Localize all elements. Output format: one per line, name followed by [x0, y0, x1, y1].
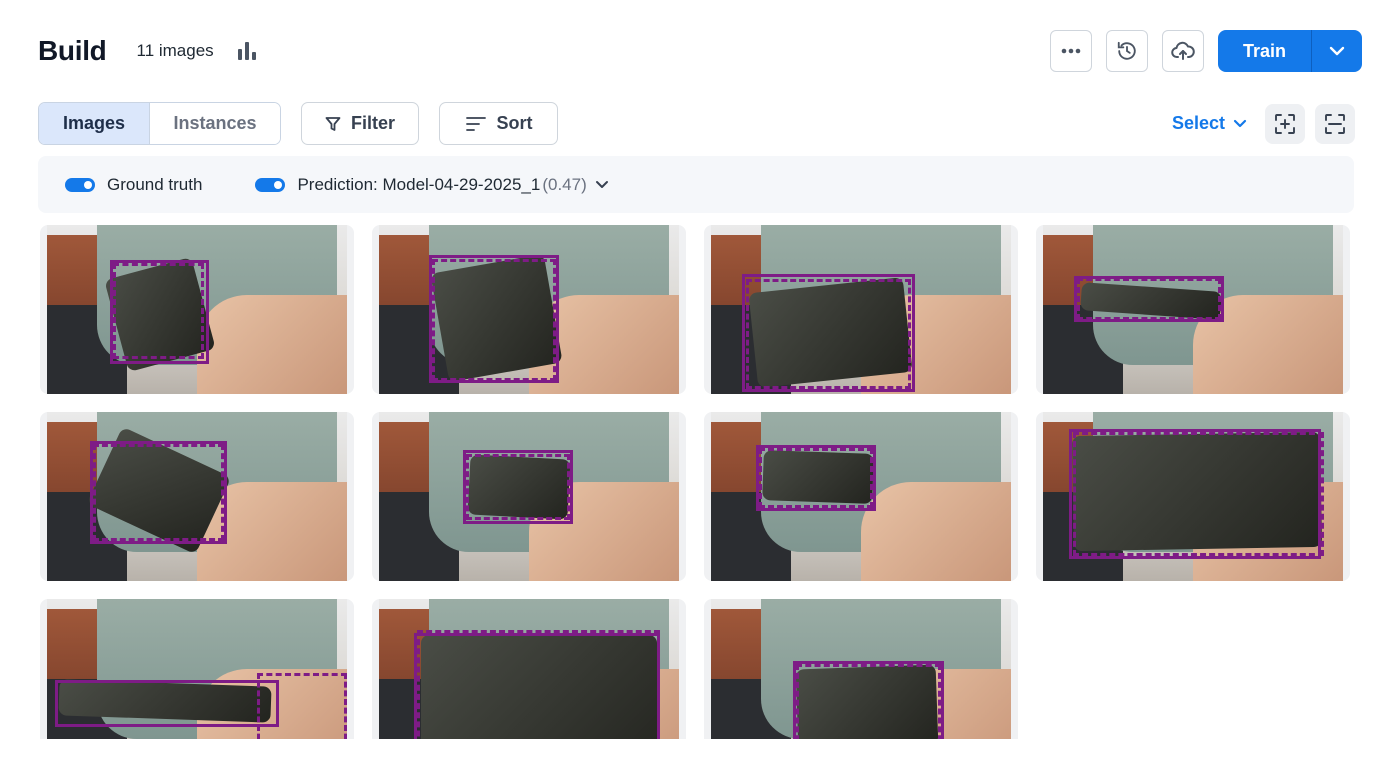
prediction-box	[796, 664, 941, 739]
image-card[interactable]	[1036, 225, 1350, 394]
page-header: Build 11 images Train	[38, 30, 1362, 72]
prediction-box	[432, 259, 556, 381]
train-button[interactable]: Train	[1218, 30, 1312, 72]
stats-icon[interactable]	[237, 42, 256, 60]
prediction-box	[746, 279, 911, 389]
select-dropdown[interactable]: Select	[1172, 113, 1247, 134]
image-count: 11 images	[136, 41, 214, 60]
history-button[interactable]	[1106, 30, 1148, 72]
image-thumbnail	[47, 412, 347, 581]
train-split-button: Train	[1218, 30, 1362, 72]
image-thumbnail	[379, 599, 679, 739]
prediction-box	[113, 263, 204, 359]
prediction-box	[93, 444, 224, 541]
image-thumbnail	[379, 225, 679, 394]
prediction-score: (0.47)	[542, 174, 587, 194]
image-card[interactable]	[704, 412, 1018, 581]
ground-truth-box	[55, 680, 279, 727]
upload-cloud-icon	[1171, 41, 1195, 60]
chevron-down-icon	[595, 181, 608, 188]
image-card[interactable]	[372, 412, 686, 581]
annotation-filter-bar: Ground truth Prediction: Model-04-29-202…	[38, 156, 1354, 213]
image-thumbnail	[1043, 412, 1343, 581]
tab-images[interactable]: Images	[39, 103, 150, 144]
upload-button[interactable]	[1162, 30, 1204, 72]
image-thumbnail	[711, 599, 1011, 739]
prediction-box	[759, 448, 873, 508]
image-card[interactable]	[372, 599, 686, 739]
sort-button[interactable]: Sort	[439, 102, 558, 145]
image-card[interactable]	[40, 599, 354, 739]
prediction-dropdown-button[interactable]	[595, 180, 609, 189]
tab-instances[interactable]: Instances	[150, 103, 280, 144]
prediction-box	[466, 454, 570, 520]
history-icon	[1117, 41, 1136, 60]
train-options-button[interactable]	[1312, 30, 1362, 72]
prediction-toggle[interactable]	[255, 177, 286, 192]
ground-truth-label: Ground truth	[107, 174, 203, 194]
sort-icon	[465, 116, 486, 131]
filter-label: Filter	[350, 113, 395, 133]
image-thumbnail	[47, 225, 347, 394]
more-options-button[interactable]	[1050, 30, 1092, 72]
image-card[interactable]	[40, 225, 354, 394]
image-thumbnail	[711, 412, 1011, 581]
chevron-down-icon	[1233, 119, 1247, 128]
prediction-box	[257, 673, 347, 739]
ground-truth-toggle[interactable]	[65, 177, 95, 192]
page-title: Build	[38, 35, 107, 66]
view-tabs: Images Instances	[38, 102, 281, 145]
image-card[interactable]	[372, 225, 686, 394]
image-card[interactable]	[1036, 412, 1350, 581]
prediction-box	[417, 630, 660, 739]
focus-add-button[interactable]	[1265, 103, 1305, 144]
prediction-filter: Prediction: Model-04-29-2025_1 (0.47)	[255, 175, 608, 195]
scan-button[interactable]	[1315, 103, 1355, 144]
filter-icon	[325, 116, 341, 131]
image-thumbnail	[1043, 225, 1343, 394]
image-grid	[40, 225, 1352, 739]
prediction-box	[1073, 432, 1324, 556]
scan-icon	[1325, 113, 1345, 134]
image-card[interactable]	[704, 599, 1018, 739]
toolbar: Images Instances Filter Sort Select	[38, 102, 1355, 145]
select-label: Select	[1171, 113, 1225, 133]
image-thumbnail	[379, 412, 679, 581]
image-thumbnail	[47, 599, 347, 739]
more-icon	[1061, 48, 1081, 54]
prediction-label: Prediction: Model-04-29-2025_1	[297, 174, 541, 194]
image-card[interactable]	[40, 412, 354, 581]
filter-button[interactable]: Filter	[301, 102, 419, 145]
prediction-box	[1077, 278, 1221, 320]
image-card[interactable]	[704, 225, 1018, 394]
image-thumbnail	[711, 225, 1011, 394]
chevron-down-icon	[1329, 46, 1345, 56]
focus-add-icon	[1275, 113, 1295, 134]
sort-label: Sort	[496, 113, 533, 133]
